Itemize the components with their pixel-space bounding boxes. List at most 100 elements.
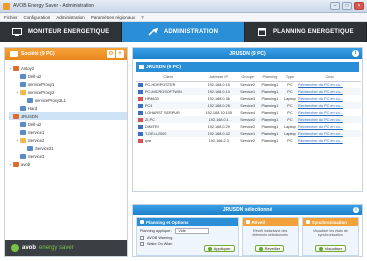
menu-fichier[interactable]: Fichier xyxy=(4,15,18,20)
tree-node[interactable]: - JRUSDN xyxy=(9,112,127,120)
avob-logo-icon xyxy=(11,244,19,252)
tree-node[interactable]: Service1 xyxy=(9,128,127,136)
title-bar: AVOB Energy Saver - Administration – □ × xyxy=(0,0,367,13)
table-row[interactable]: PC-MICROSOFTWIN 192.168.0.10 Service1 Plann… xyxy=(136,88,361,95)
table-row[interactable]: LOHARST SERPUR 192.168.10.105 Service4 Plan… xyxy=(136,109,361,116)
client-name: T-DELL2000 xyxy=(145,131,167,136)
tree-node-label: Service2 xyxy=(28,137,45,143)
table-cell: 192.168.0.29 xyxy=(207,124,230,129)
cmd-link[interactable]: Rechercher du PC en co... xyxy=(298,137,361,144)
menu-bar: Fichier Configuration Administration Par… xyxy=(0,13,367,22)
tree-node[interactable]: Dell-u2 xyxy=(9,72,127,80)
tree-node[interactable]: Service21 xyxy=(9,144,127,152)
minimize-button[interactable]: – xyxy=(330,2,340,10)
tree-node[interactable]: + serviceProxy2 xyxy=(9,88,127,96)
cmd-link[interactable]: Rechercher du PC en co... xyxy=(298,102,361,109)
calendar-icon xyxy=(140,220,144,224)
cmd-link[interactable]: Rechercher du PC en co... xyxy=(298,130,361,137)
column-header[interactable]: Planning xyxy=(258,74,282,82)
client-name: PC-HDRPOSTER xyxy=(145,82,176,87)
cmd-link[interactable]: Rechercher du PC en co... xyxy=(298,88,361,95)
table-row[interactable]: PC-HDRPOSTER 192.168.0.15 Service2 Planning… xyxy=(136,81,361,88)
wake-on-wlan-checkbox[interactable] xyxy=(140,242,144,246)
menu-administration[interactable]: Administration xyxy=(56,15,85,20)
computer-icon xyxy=(138,103,143,108)
tree-node[interactable]: + avob xyxy=(9,160,127,168)
tree-node[interactable]: + Service2 xyxy=(9,136,127,144)
tree-node[interactable]: serviceProxy1 xyxy=(9,80,127,88)
table-cell: Service4 xyxy=(240,110,256,115)
table-row[interactable]: PC4 192.168.0.26 Service3 Planning1 PC Recher… xyxy=(136,102,361,109)
cmd-link[interactable]: Rechercher du PC en co... xyxy=(298,81,361,88)
sync-card-header: Synchronisation xyxy=(302,218,358,226)
add-icon[interactable]: + xyxy=(116,50,124,58)
wake-button[interactable]: Réveiller xyxy=(254,245,285,252)
cmd-link[interactable]: Rechercher du PC en co... xyxy=(298,123,361,130)
tree-node[interactable]: Service3 xyxy=(9,152,127,160)
table-cell: 192.168.0.15 xyxy=(207,82,230,87)
planning-card-title: Planning et Options xyxy=(146,219,189,225)
view-sync-button[interactable]: Visualiser xyxy=(314,245,347,252)
tree-node[interactable]: Hard xyxy=(9,104,127,112)
table-row[interactable]: HP8633 192.168.0.36 Service3 Planning1 Lapto… xyxy=(136,95,361,102)
planning-select[interactable]: Vide xyxy=(175,228,210,234)
tree-node-label: Dell-u2 xyxy=(28,121,42,127)
column-header[interactable]: Adresse IP xyxy=(200,74,238,82)
column-header[interactable]: Groupe xyxy=(237,74,259,82)
tree-node[interactable]: + Antoy2 xyxy=(9,64,127,72)
sync-description: Visualiser les états de synchronisation xyxy=(312,229,348,238)
tree-node-label: Service1 xyxy=(28,129,45,135)
table-cell: 192.168.0.1 xyxy=(200,116,238,123)
apply-button-label: Appliquer xyxy=(213,246,231,251)
tab-planning[interactable]: PLANNING ENERGETIQUE xyxy=(245,22,367,42)
brand-name: avob xyxy=(22,245,37,251)
client-name: rpsr xyxy=(145,138,152,143)
avob-warning-checkbox[interactable] xyxy=(140,236,144,240)
cmd-link[interactable]: Rechercher du PC en co... xyxy=(298,95,361,102)
tree-node[interactable]: serviceProxy2L1 xyxy=(9,96,127,104)
settings-icon[interactable]: ⚙ xyxy=(107,50,115,58)
computer-icon xyxy=(20,153,26,159)
table-cell: Planning1 xyxy=(261,124,279,129)
table-cell: LOHARST SERPUR xyxy=(136,109,200,116)
cmd-link[interactable]: Rechercher du PC en co... xyxy=(298,109,361,116)
client-name: LOHARST SERPUR xyxy=(145,110,180,115)
table-cell: 192.168.0.36 xyxy=(207,96,230,101)
computers-table: Client Adresse IP Groupe Planning Type Cmd PC… xyxy=(136,74,361,144)
monitor-icon xyxy=(11,28,22,36)
cmd-link[interactable]: Rechercher du PC en co... xyxy=(298,116,361,123)
calendar-icon xyxy=(257,28,267,36)
maximize-button[interactable]: □ xyxy=(342,2,352,10)
table-cell: Planning1 xyxy=(258,102,282,109)
column-header[interactable]: Type xyxy=(281,74,299,82)
info-icon[interactable]: i xyxy=(352,50,359,57)
table-row[interactable]: DINITRI 192.168.0.29 Service2 Planning1 Lapt… xyxy=(136,123,361,130)
close-button[interactable]: × xyxy=(354,2,364,10)
table-row[interactable]: rpsr 192.168.2.3 Service2 Planning1 PC Recher… xyxy=(136,137,361,144)
computer-icon xyxy=(138,124,143,129)
table-row[interactable]: ZI-PC 192.168.0.1 Service2 Planning1 PC Reche… xyxy=(136,116,361,123)
menu-parametres[interactable]: Paramètres régionaux xyxy=(91,15,135,20)
computer-icon xyxy=(20,81,26,87)
tab-moniteur[interactable]: MONITEUR ENERGETIQUE xyxy=(0,22,123,42)
view-sync-button-label: Visualiser xyxy=(324,246,343,251)
apply-button[interactable]: Appliquer xyxy=(203,245,235,252)
tree-node-label: serviceProxy2L1 xyxy=(35,97,66,103)
computer-icon xyxy=(27,97,33,103)
table-cell: Service3 xyxy=(237,102,259,109)
table-cell: PC4 xyxy=(136,102,201,109)
selection-panel: JRUSDN sélectionné i Planning et Options… xyxy=(132,204,363,257)
table-cell: Planning1 xyxy=(261,138,279,143)
tree-node[interactable]: Dell-u2 xyxy=(9,120,127,128)
menu-configuration[interactable]: Configuration xyxy=(24,15,51,20)
table-row[interactable]: T-DELL2000 192.168.0.42 Service1 Planning1 L… xyxy=(136,130,361,137)
tab-administration[interactable]: ADMINISTRATION xyxy=(122,22,245,42)
sync-card: Synchronisation Visualiser les états de … xyxy=(301,217,359,256)
info-icon[interactable]: i xyxy=(353,207,359,213)
menu-help[interactable]: ? xyxy=(141,15,144,20)
view-icon xyxy=(318,246,323,251)
table-cell: Planning1 xyxy=(261,82,279,87)
table-cell: Service2 xyxy=(240,138,256,143)
column-header[interactable]: Client xyxy=(136,74,201,82)
column-header[interactable]: Cmd xyxy=(298,74,361,82)
